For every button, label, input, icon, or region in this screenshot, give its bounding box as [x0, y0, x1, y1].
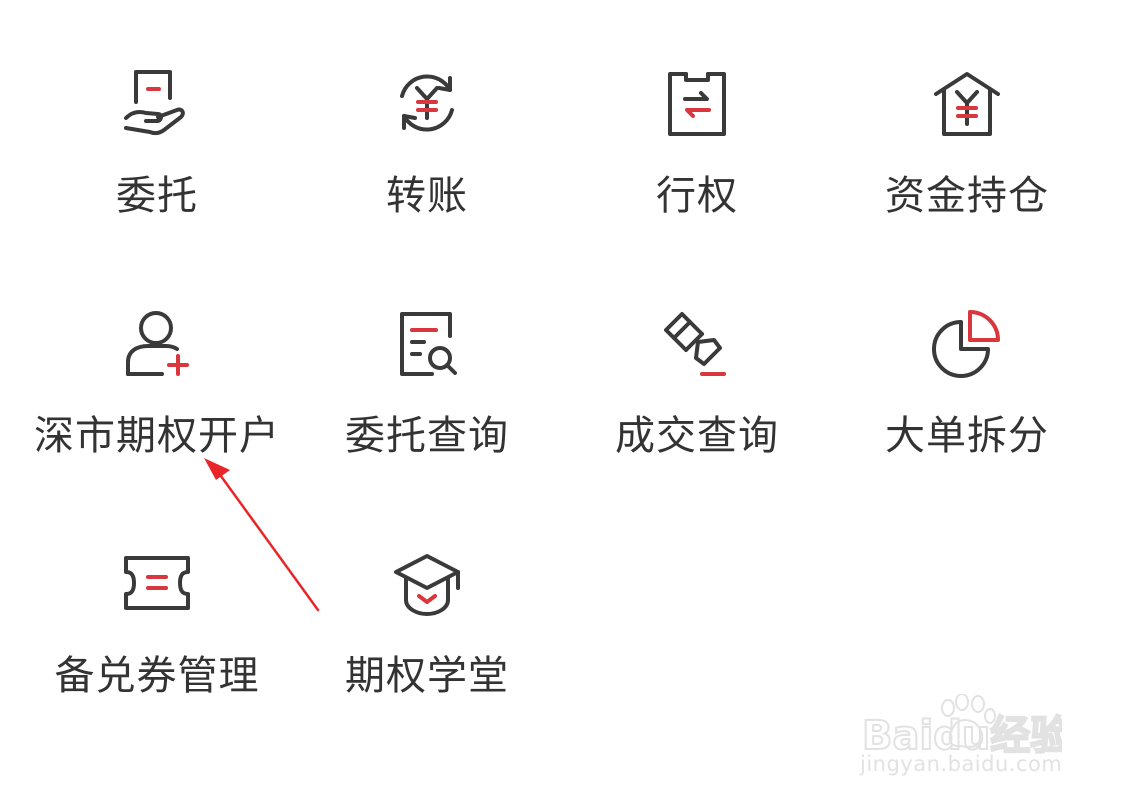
menu-label: 委托	[116, 173, 198, 219]
menu-label: 转账	[386, 173, 468, 219]
ticket-icon	[122, 548, 192, 618]
hand-document-icon	[122, 68, 192, 138]
menu-item-transfer[interactable]: 转账	[292, 68, 562, 268]
menu-item-covered-securities[interactable]: 备兑券管理	[22, 548, 292, 748]
menu-label: 备兑券管理	[54, 653, 260, 699]
menu-item-exercise[interactable]: 行权	[562, 68, 832, 268]
menu-label: 期权学堂	[345, 653, 509, 699]
yuan-transfer-icon	[392, 68, 462, 138]
menu-label: 大单拆分	[885, 413, 1049, 459]
menu-label: 深市期权开户	[34, 413, 280, 459]
menu-item-options-academy[interactable]: 期权学堂	[292, 548, 562, 748]
menu-item-entrust[interactable]: 委托	[22, 68, 292, 268]
menu-label: 资金持仓	[885, 173, 1049, 219]
menu-label: 成交查询	[615, 413, 779, 459]
menu-item-block-order-split[interactable]: 大单拆分	[832, 308, 1102, 508]
graduation-cap-icon	[392, 548, 462, 618]
gavel-icon	[662, 308, 732, 378]
menu-grid: 委托 转账 行权 资金持仓 深市期权开户 委托查询 成交查询 大单拆分 备兑券管…	[0, 0, 1125, 808]
menu-item-sz-options-account[interactable]: 深市期权开户	[22, 308, 292, 508]
clipboard-exchange-icon	[662, 68, 732, 138]
pie-chart-icon	[932, 308, 1002, 378]
add-user-icon	[122, 308, 192, 378]
document-search-icon	[392, 308, 462, 378]
menu-item-deal-query[interactable]: 成交查询	[562, 308, 832, 508]
yuan-house-icon	[932, 68, 1002, 138]
menu-label: 委托查询	[345, 413, 509, 459]
menu-item-funds-positions[interactable]: 资金持仓	[832, 68, 1102, 268]
menu-item-entrust-query[interactable]: 委托查询	[292, 308, 562, 508]
menu-label: 行权	[656, 173, 738, 219]
